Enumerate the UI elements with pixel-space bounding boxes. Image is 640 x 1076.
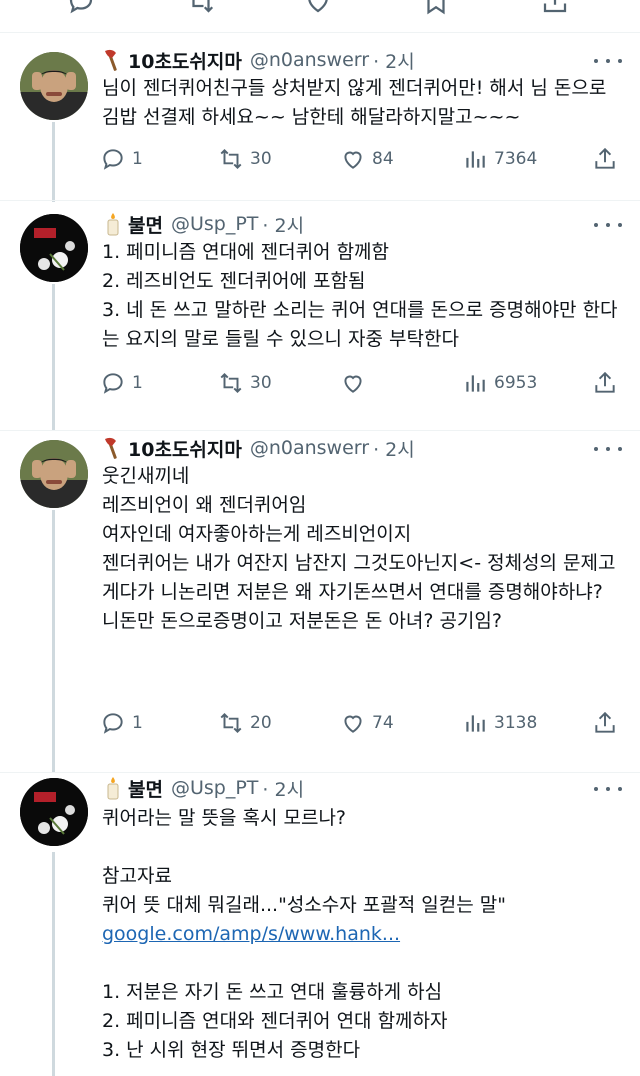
timestamp[interactable]: · 2시 [373,47,415,74]
retweet-icon [220,372,242,394]
timestamp[interactable]: · 2시 [262,211,304,238]
tweet[interactable]: 10초도쉬지마 @n0answerr · 2시 님이 젠더퀴어친구들 상처받지 … [0,0,640,200]
retweet-button[interactable]: 30 [218,368,272,398]
candle-icon [102,212,124,236]
views-button[interactable]: 3138 [462,708,537,738]
view-count: 7364 [494,149,538,169]
more-options-icon[interactable] [594,439,622,459]
share-button[interactable] [592,368,624,398]
timestamp[interactable]: · 2시 [373,435,415,462]
display-name[interactable]: 10초도쉬지마 [128,47,242,74]
retweet-button[interactable]: 30 [218,144,272,174]
like-button[interactable]: 84 [340,144,394,174]
tweet-text: 님이 젠더퀴어친구들 상처받지 않게 젠더퀴어만! 해서 님 돈으로 김밥 선결… [102,77,613,128]
tweet[interactable]: 불면 @Usp_PT · 2시 1. 페미니즘 연대에 젠더퀴어 함께함 2. … [0,200,640,430]
handle[interactable]: @n0answerr [250,49,369,71]
view-count: 3138 [494,713,538,733]
avatar[interactable] [20,440,88,508]
like-count: 84 [372,149,394,169]
reply-button[interactable]: 1 [100,144,143,174]
axe-icon [102,436,124,460]
share-icon [595,711,615,733]
tweet-text-part: 1. 저분은 자기 돈 쓰고 연대 훌륭하게 하심 2. 페미니즘 연대와 젠더… [102,981,448,1061]
tweet-header: 불면 @Usp_PT · 2시 [102,774,304,802]
display-name[interactable]: 10초도쉬지마 [128,435,242,462]
reply-count: 1 [132,373,143,393]
views-button[interactable]: 6953 [462,368,537,398]
retweet-count: 20 [250,713,272,733]
more-options-icon[interactable] [594,51,622,71]
more-options-icon[interactable] [594,215,622,235]
share-icon [595,147,615,169]
reply-icon [103,713,123,734]
tweet[interactable]: 불면 @Usp_PT · 2시 퀴어라는 말 뜻을 혹시 모르나? 참고자료 퀴… [0,772,640,1076]
reply-icon [103,373,123,394]
views-icon [466,375,485,392]
display-name[interactable]: 불면 [128,775,163,802]
like-icon [344,151,362,169]
view-count: 6953 [494,373,538,393]
like-icon [344,715,362,733]
tweet-link[interactable]: google.com/amp/s/www.hank... [102,923,400,945]
tweet-text: 웃긴새끼네 레즈비언이 왜 젠더퀴어임 여자인데 여자좋아하는게 레즈비언이지 … [102,465,616,632]
retweet-count: 30 [250,373,272,393]
like-count: 74 [372,713,394,733]
tweet-header: 10초도쉬지마 @n0answerr · 2시 [102,434,415,462]
views-button[interactable]: 7364 [462,144,537,174]
reply-count: 1 [132,149,143,169]
avatar[interactable] [20,214,88,282]
tweet-header: 10초도쉬지마 @n0answerr · 2시 [102,46,415,74]
timestamp[interactable]: · 2시 [262,775,304,802]
handle[interactable]: @Usp_PT [171,213,258,235]
candle-icon [102,776,124,800]
tweet-text-part: 퀴어라는 말 뜻을 혹시 모르나? 참고자료 퀴어 뜻 대체 뭐길래..."성소… [102,807,506,916]
views-icon [466,151,485,168]
avatar[interactable] [20,778,88,846]
tweet-actions: 1 30 6953 [100,368,620,398]
handle[interactable]: @n0answerr [250,437,369,459]
share-button[interactable] [592,144,624,174]
tweet[interactable]: 10초도쉬지마 @n0answerr · 2시 웃긴새끼네 레즈비언이 왜 젠더… [0,430,640,772]
axe-icon [102,48,124,72]
more-options-icon[interactable] [594,779,622,799]
views-icon [466,715,485,732]
retweet-count: 30 [250,149,272,169]
tweet-header: 불면 @Usp_PT · 2시 [102,210,304,238]
tweet-text: 퀴어라는 말 뜻을 혹시 모르나? 참고자료 퀴어 뜻 대체 뭐길래..."성소… [102,804,622,1065]
retweet-icon [220,148,242,170]
share-icon [595,371,615,393]
retweet-icon [220,712,242,734]
tweet-actions: 1 30 84 7364 [100,144,620,174]
tweet-actions: 1 20 74 3138 [100,708,620,738]
retweet-button[interactable]: 20 [218,708,272,738]
display-name[interactable]: 불면 [128,211,163,238]
like-button[interactable] [340,368,372,398]
like-icon [344,375,362,393]
reply-button[interactable]: 1 [100,368,143,398]
reply-count: 1 [132,713,143,733]
share-button[interactable] [592,708,624,738]
handle[interactable]: @Usp_PT [171,777,258,799]
avatar[interactable] [20,52,88,120]
reply-icon [103,149,123,170]
tweet-text: 1. 페미니즘 연대에 젠더퀴어 함께함 2. 레즈비언도 젠더퀴어에 포함됨 … [102,241,618,350]
reply-button[interactable]: 1 [100,708,143,738]
like-button[interactable]: 74 [340,708,394,738]
